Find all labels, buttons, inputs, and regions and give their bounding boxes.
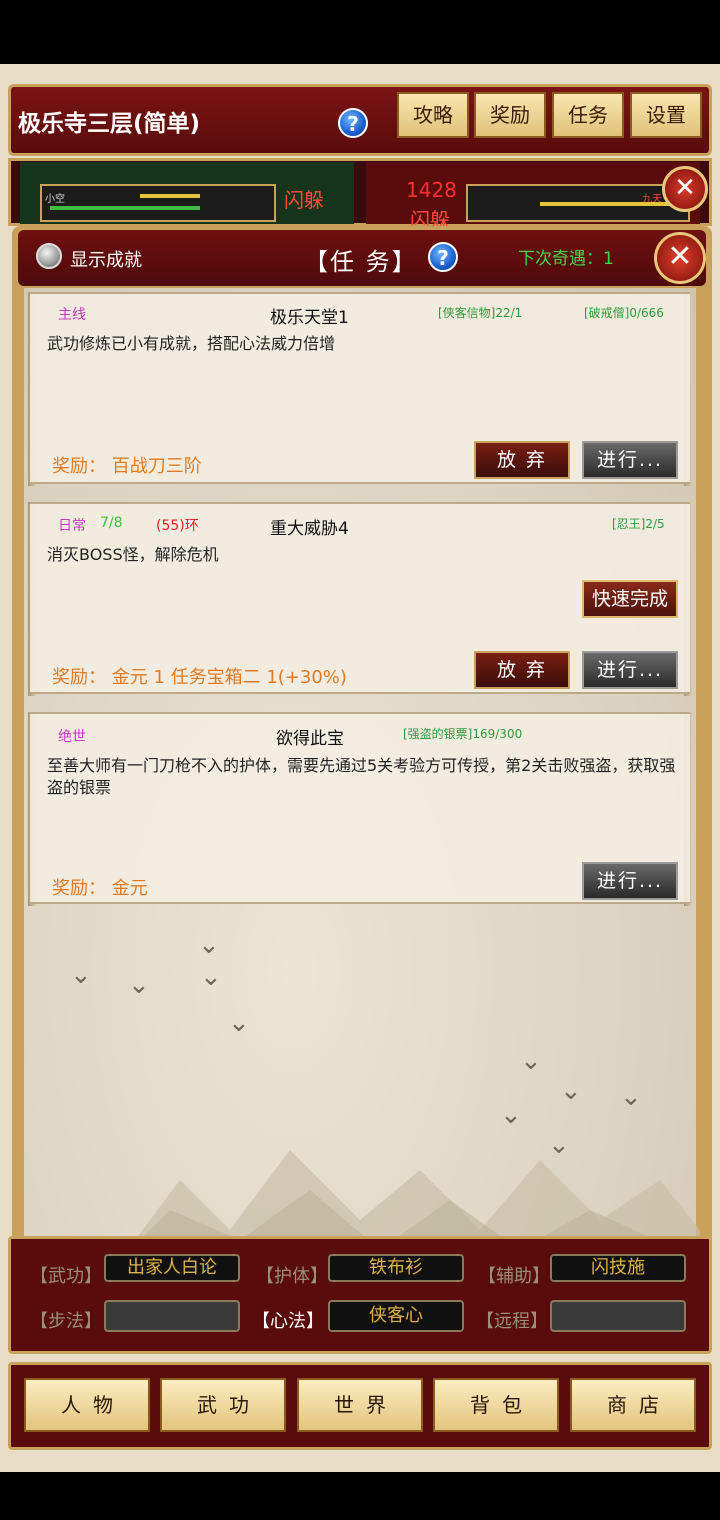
skill-slot-xinfa[interactable]: 侠客心 [328,1300,464,1332]
bird-icon: ⌄ [228,1008,250,1038]
quest-progress: [忍王]2/5 [612,517,665,531]
quest-description: 武功修炼已小有成就，搭配心法威力倍增 [47,334,336,353]
proceed-button[interactable]: 进行... [582,441,678,479]
quest-progress: [侠客信物]22/1 [438,306,523,320]
quest-name: 欲得此宝 [276,729,344,749]
skill-slot-footwork[interactable] [104,1300,240,1332]
bird-icon: ⌄ [128,970,150,1000]
daily-count: 7/8 [100,515,123,531]
system-nav-area [0,1472,720,1520]
nav-martial-button[interactable]: 武功 [160,1378,286,1432]
nav-world-button[interactable]: 世界 [297,1378,423,1432]
settings-button[interactable]: 设置 [630,92,702,138]
skill-label-support: 【辅助】 [478,1266,550,1287]
damage-number: 1428 [406,178,457,202]
quest-name: 极乐天堂1 [270,308,349,328]
bird-icon: ⌄ [520,1046,542,1076]
enemy-name: 小空 [45,194,65,205]
status-bar-area [0,0,720,64]
proceed-button[interactable]: 进行... [582,651,678,689]
show-achievement-label: 显示成就 [70,250,142,271]
skill-label-ranged: 【远程】 [476,1311,548,1332]
abandon-button[interactable]: 放 弃 [474,441,570,479]
quest-description: 至善大师有一门刀枪不入的护体，需要先通过5关考验方可传授，第2关击败强盗，获取强… [47,756,676,797]
skill-label-martial: 【武功】 [30,1266,102,1287]
skill-slot-martial[interactable]: 出家人白论 [104,1254,240,1282]
quest-progress: [破戒僧]0/666 [584,306,664,320]
next-encounter-counter: 下次奇遇：1 [518,249,614,269]
skill-label-footwork: 【步法】 [30,1311,102,1332]
proceed-button[interactable]: 进行... [582,862,678,900]
bird-icon: ⌄ [200,962,222,992]
map-help-icon[interactable]: ? [338,108,368,138]
skill-slot-ranged[interactable] [550,1300,686,1332]
ring-count: (55)环 [156,518,199,534]
enemy-hp-bar [50,206,200,210]
quest-window-title: 【任 务】 [304,248,418,276]
enemy-status-box [40,184,276,222]
map-title: 极乐寺三层(简单) [18,111,201,137]
skill-slot-support[interactable]: 闪技施 [550,1254,686,1282]
quest-reward: 奖励： 百战刀三阶 [52,456,202,477]
nav-character-button[interactable]: 人物 [24,1378,150,1432]
quest-reward: 奖励： 金元 [52,878,148,899]
rewards-button[interactable]: 奖励 [474,92,546,138]
quest-type: 日常 [58,518,86,534]
quest-help-icon[interactable]: ? [428,242,458,272]
quest-name: 重大威胁4 [270,519,349,539]
quest-reward: 奖励： 金元 1 任务宝箱二 1(+30%) [52,667,347,688]
abandon-button[interactable]: 放 弃 [474,651,570,689]
nav-shop-button[interactable]: 商店 [570,1378,696,1432]
quest-type: 主线 [58,307,86,323]
quick-complete-button[interactable]: 快速完成 [582,580,678,618]
quest-close-icon[interactable]: ✕ [654,232,706,284]
enemy-mp-bar [140,194,200,198]
bird-icon: ⌄ [198,930,220,960]
skill-slot-body[interactable]: 铁布衫 [328,1254,464,1282]
bird-icon: ⌄ [560,1076,582,1106]
battle-close-icon[interactable]: ✕ [662,166,708,212]
bird-icon: ⌄ [70,960,92,990]
player-hp-bar [540,202,674,206]
quest-description: 消灭BOSS怪，解除危机 [47,545,219,564]
quest-type: 绝世 [58,729,86,745]
nav-bag-button[interactable]: 背包 [433,1378,559,1432]
enemy-dodge-text: 闪躲 [284,188,324,212]
tasks-button[interactable]: 任务 [552,92,624,138]
show-achievement-radio[interactable] [36,243,62,269]
quest-progress: [强盗的银票]169/300 [403,727,523,741]
skill-label-body: 【护体】 [256,1266,328,1287]
strategy-button[interactable]: 攻略 [397,92,469,138]
skill-label-xinfa: 【心法】 [252,1311,324,1332]
bird-icon: ⌄ [620,1082,642,1112]
